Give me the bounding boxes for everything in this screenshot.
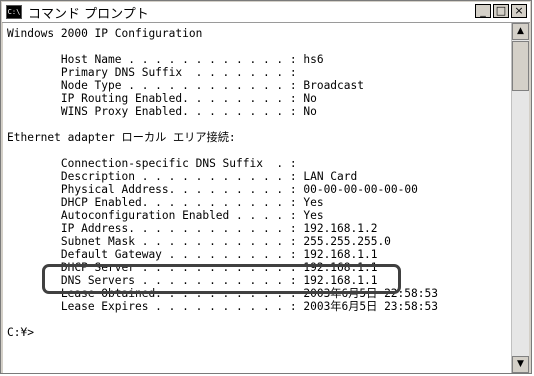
console-line: DHCP Enabled. . . . . . . . . . . : Yes xyxy=(7,196,324,209)
scroll-thumb[interactable] xyxy=(512,41,529,91)
console-line: Description . . . . . . . . . . . : LAN … xyxy=(7,170,358,183)
command-prompt-line[interactable]: C:¥> xyxy=(7,326,438,339)
vertical-scrollbar[interactable]: ▲ ▼ xyxy=(511,23,529,373)
console-line: Subnet Mask . . . . . . . . . . . : 255.… xyxy=(7,235,391,248)
console-line: Physical Address. . . . . . . . . : 00-0… xyxy=(7,183,418,196)
console-output[interactable]: Windows 2000 IP Configuration Host Name … xyxy=(3,23,513,373)
title-bar[interactable]: C:\ コマンド プロンプト _ □ × xyxy=(2,2,530,23)
scroll-down-button[interactable]: ▼ xyxy=(512,356,529,373)
scroll-up-button[interactable]: ▲ xyxy=(512,23,529,40)
close-button[interactable]: × xyxy=(511,4,527,18)
minimize-button[interactable]: _ xyxy=(475,4,491,18)
console-line: Connection-specific DNS Suffix . : xyxy=(7,157,297,170)
maximize-button[interactable]: □ xyxy=(493,4,509,18)
console-line: Node Type . . . . . . . . . . . . : Broa… xyxy=(7,79,364,92)
console-line: Ethernet adapter ローカル エリア接続: xyxy=(7,131,236,144)
console-line: Windows 2000 IP Configuration xyxy=(7,27,203,40)
ip-address-highlight xyxy=(42,264,401,294)
console-line: Default Gateway . . . . . . . . . : 192.… xyxy=(7,248,378,261)
command-prompt-window: C:\ コマンド プロンプト _ □ × Windows 2000 IP Con… xyxy=(0,0,532,374)
console-line: WINS Proxy Enabled. . . . . . . . : No xyxy=(7,105,317,118)
console-line: IP Routing Enabled. . . . . . . . : No xyxy=(7,92,317,105)
console-line: IP Address. . . . . . . . . . . . : 192.… xyxy=(7,222,378,235)
console-line: Autoconfiguration Enabled . . . . : Yes xyxy=(7,209,324,222)
window-title: コマンド プロンプト xyxy=(28,6,149,22)
window-controls: _ □ × xyxy=(475,4,527,18)
console-line: Primary DNS Suffix . . . . . . . : xyxy=(7,66,297,79)
console-icon: C:\ xyxy=(6,5,22,19)
console-line: Host Name . . . . . . . . . . . . : hs6 xyxy=(7,53,324,66)
console-line: Lease Expires . . . . . . . . . . : 2003… xyxy=(7,300,438,313)
